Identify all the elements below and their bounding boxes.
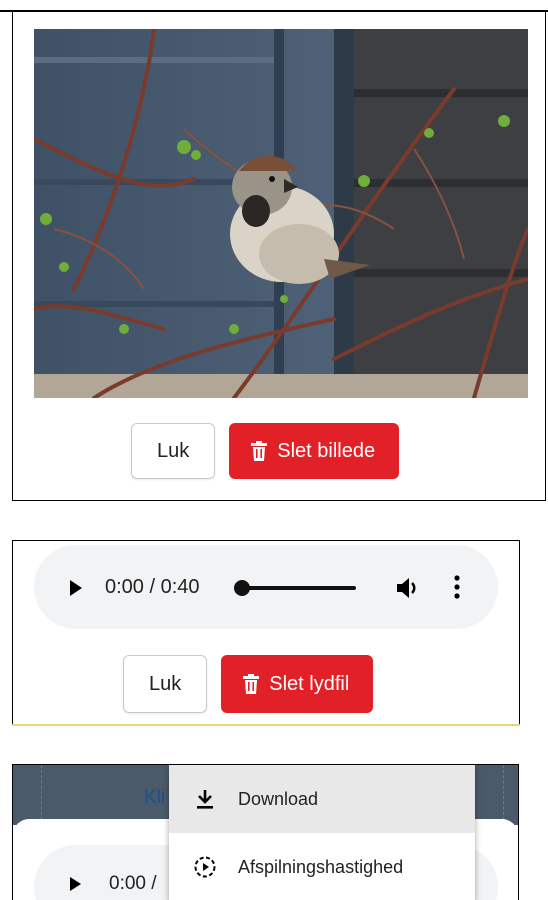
play-icon[interactable] <box>70 877 81 891</box>
menu-item-label: Afspilningshastighed <box>238 856 404 877</box>
close-button[interactable]: Luk <box>131 423 216 479</box>
audio-dialog-actions: Luk Slet lydfil <box>123 655 374 713</box>
delete-image-button[interactable]: Slet billede <box>229 423 400 479</box>
close-label: Luk <box>157 439 190 462</box>
playback-speed-icon <box>194 856 216 878</box>
close-button-audio[interactable]: Luk <box>123 655 208 713</box>
menu-item-download[interactable]: Download <box>169 765 475 833</box>
trash-icon <box>243 674 260 694</box>
player-options-menu: Download Afspilningshastighed <box>169 765 475 900</box>
volume-icon[interactable] <box>395 576 421 600</box>
image-dialog-actions: Luk Slet billede <box>131 423 400 479</box>
audio-time-partial: 0:00 / <box>109 873 157 894</box>
delete-audio-label: Slet lydfil <box>269 672 350 695</box>
image-dialog: Luk Slet billede <box>12 12 546 501</box>
menu-item-label: Download <box>238 788 319 809</box>
close-audio-label: Luk <box>149 672 182 695</box>
background-tab-text: Kli <box>144 787 166 808</box>
audio-progress-bar[interactable] <box>242 586 356 590</box>
sparrow-photo <box>34 29 528 398</box>
delete-audio-button[interactable]: Slet lydfil <box>221 655 374 713</box>
delete-image-label: Slet billede <box>277 439 376 462</box>
more-options-icon[interactable] <box>453 574 461 600</box>
audio-dialog: 0:00 / 0:40 Luk Slet lydfil <box>12 540 520 726</box>
audio-progress-thumb[interactable] <box>234 580 250 596</box>
panel-accent-line <box>12 724 520 726</box>
audio-menu-panel: Kli 0:00 / Download Afspilningshastighed <box>12 764 519 900</box>
play-icon[interactable] <box>70 580 82 596</box>
trash-icon <box>251 441 268 461</box>
audio-time: 0:00 / 0:40 <box>105 576 200 598</box>
download-icon <box>197 790 213 809</box>
menu-item-playback-speed[interactable]: Afspilningshastighed <box>169 833 475 900</box>
